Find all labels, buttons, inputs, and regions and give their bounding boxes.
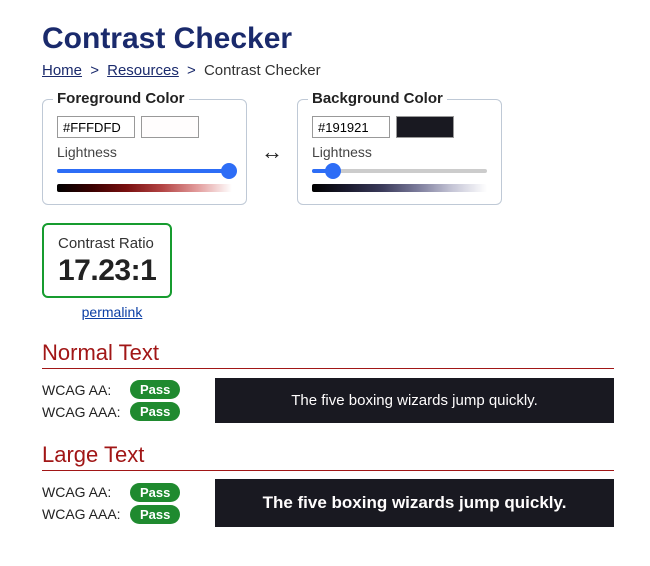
wcag-aa-badge: Pass <box>130 483 180 502</box>
background-picker: Background Color Lightness <box>297 99 502 205</box>
wcag-aa-label: WCAG AA: <box>42 484 122 500</box>
background-lightness-label: Lightness <box>312 144 487 160</box>
foreground-picker: Foreground Color Lightness <box>42 99 247 205</box>
background-legend: Background Color <box>308 90 447 107</box>
wcag-aaa-badge: Pass <box>130 505 180 524</box>
wcag-aaa-label: WCAG AAA: <box>42 506 122 522</box>
large-text-sample: The five boxing wizards jump quickly. <box>215 479 614 527</box>
permalink-link[interactable]: permalink <box>82 304 143 320</box>
breadcrumb-resources[interactable]: Resources <box>107 62 179 79</box>
foreground-hue-slider[interactable] <box>57 184 232 192</box>
foreground-lightness-slider[interactable] <box>57 164 232 178</box>
contrast-ratio-title: Contrast Ratio <box>58 235 156 252</box>
foreground-legend: Foreground Color <box>53 90 189 107</box>
contrast-ratio-value: 17.23:1 <box>58 254 156 288</box>
breadcrumb-current: Contrast Checker <box>204 62 321 79</box>
background-lightness-slider[interactable] <box>312 164 487 178</box>
foreground-lightness-label: Lightness <box>57 144 232 160</box>
normal-text-sample: The five boxing wizards jump quickly. <box>215 378 614 423</box>
background-swatch[interactable] <box>396 116 454 138</box>
breadcrumb-home[interactable]: Home <box>42 62 82 79</box>
breadcrumb-sep: > <box>187 62 196 79</box>
foreground-swatch[interactable] <box>141 116 199 138</box>
normal-text-section: Normal Text WCAG AA: Pass WCAG AAA: Pass… <box>42 340 614 424</box>
background-hue-slider[interactable] <box>312 184 487 192</box>
contrast-ratio-box: Contrast Ratio 17.23:1 <box>42 223 172 298</box>
swap-icon[interactable]: ↔ <box>261 139 283 165</box>
wcag-aaa-badge: Pass <box>130 402 180 421</box>
wcag-aa-badge: Pass <box>130 380 180 399</box>
large-text-section: Large Text WCAG AA: Pass WCAG AAA: Pass … <box>42 442 614 527</box>
breadcrumb-sep: > <box>90 62 99 79</box>
wcag-aaa-label: WCAG AAA: <box>42 404 122 420</box>
foreground-hex-input[interactable] <box>57 116 135 138</box>
normal-text-heading: Normal Text <box>42 340 614 369</box>
background-hex-input[interactable] <box>312 116 390 138</box>
large-text-heading: Large Text <box>42 442 614 471</box>
page-title: Contrast Checker <box>42 22 614 56</box>
breadcrumb: Home > Resources > Contrast Checker <box>42 62 614 79</box>
wcag-aa-label: WCAG AA: <box>42 382 122 398</box>
